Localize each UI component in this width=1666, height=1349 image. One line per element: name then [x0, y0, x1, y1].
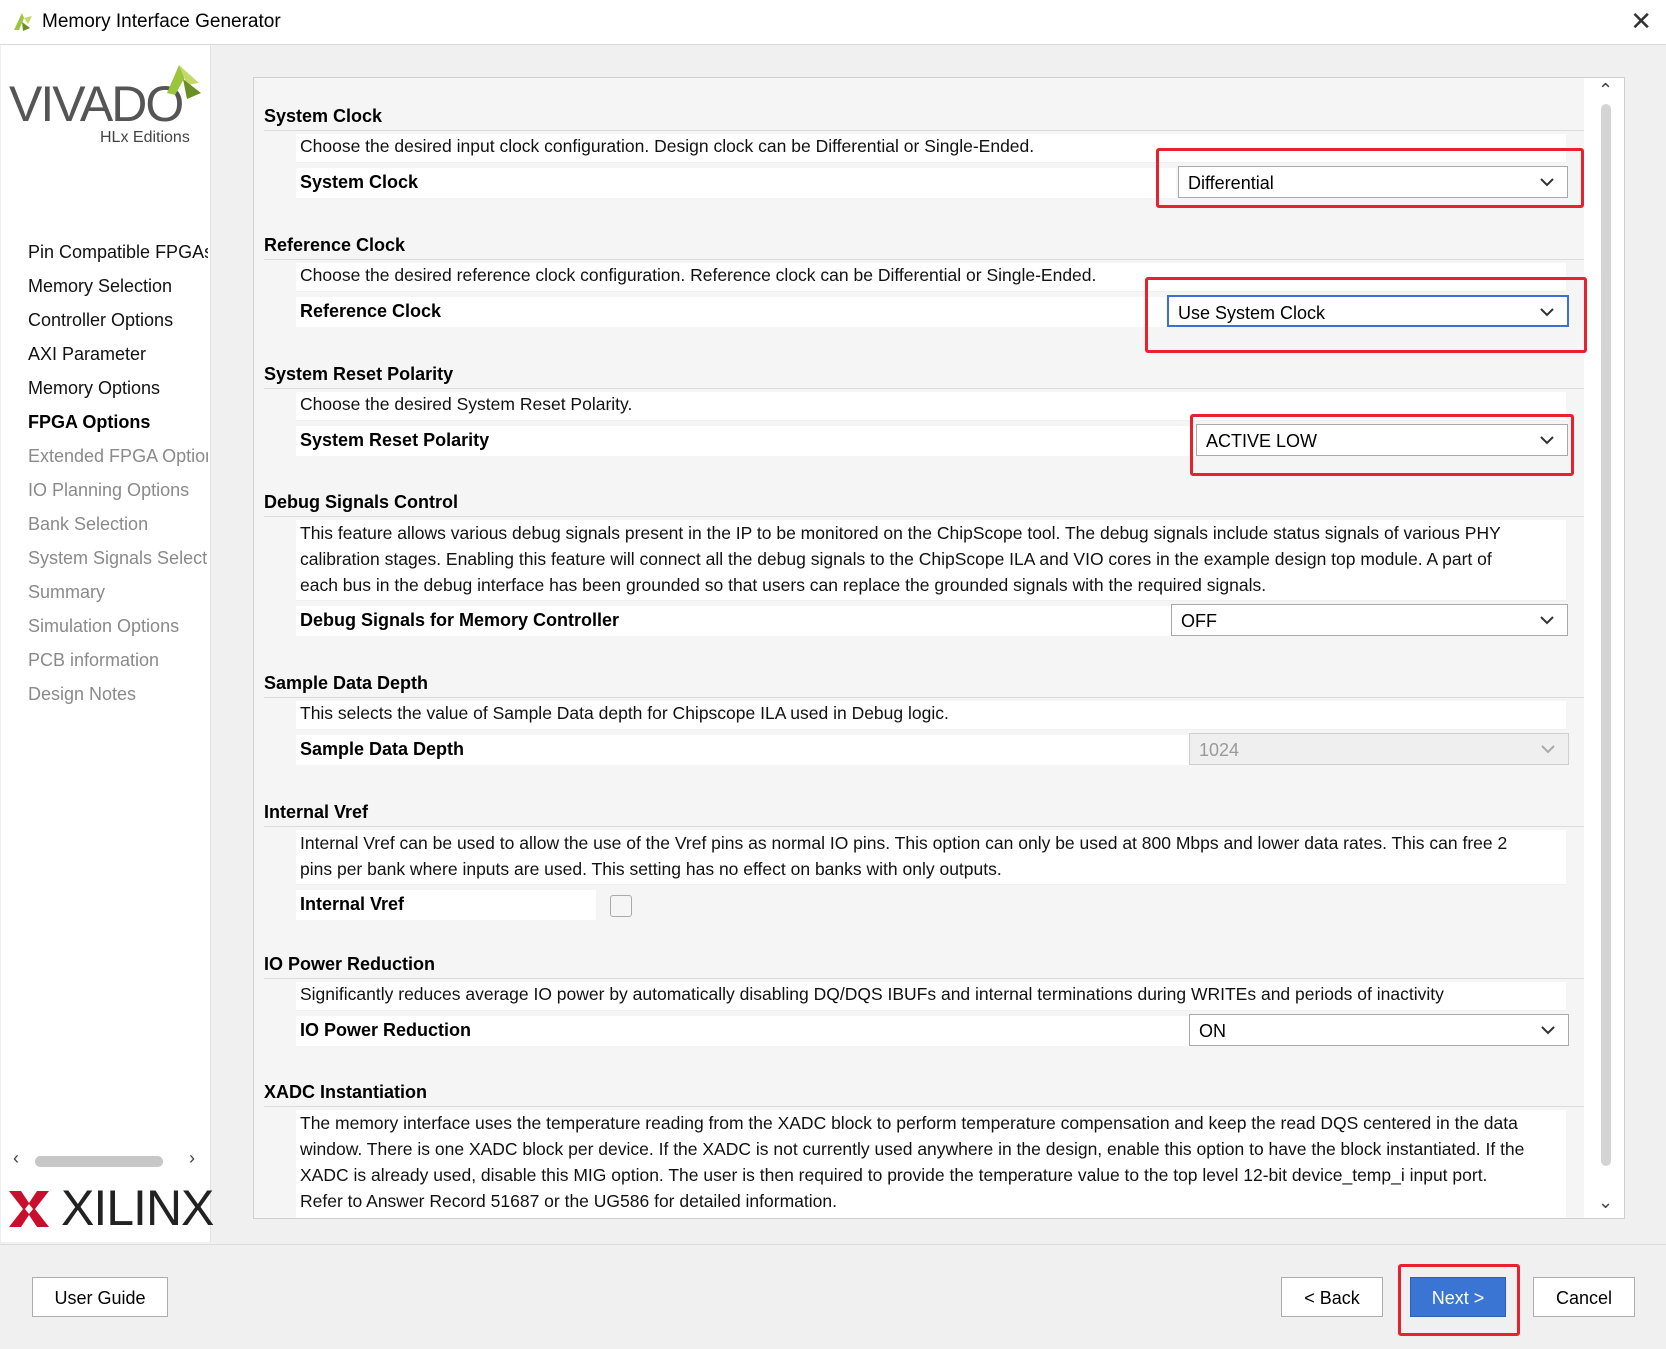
section-divider [264, 388, 1584, 389]
vivado-leaf-icon [167, 65, 201, 99]
sidebar-item-pcb-information: PCB information [28, 650, 160, 670]
scroll-down-icon[interactable]: ⌄ [1598, 1192, 1613, 1213]
xadc-description: The memory interface uses the temperatur… [300, 1110, 1560, 1214]
debug-signals-value: OFF [1181, 611, 1217, 631]
sample-depth-description: This selects the value of Sample Data de… [300, 703, 949, 723]
reset-polarity-label: System Reset Polarity [300, 430, 490, 450]
scroll-up-icon[interactable]: ⌃ [1598, 80, 1613, 101]
section-title-reference-clock: Reference Clock [264, 235, 406, 255]
user-guide-button[interactable]: User Guide [32, 1277, 168, 1317]
section-divider [264, 516, 1584, 517]
io-power-description: Significantly reduces average IO power b… [300, 984, 1444, 1004]
highlight-system-clock [1156, 148, 1584, 208]
sample-depth-select: 1024 [1189, 733, 1569, 765]
section-title-io-power: IO Power Reduction [264, 954, 436, 974]
cancel-button[interactable]: Cancel [1533, 1277, 1635, 1317]
sidebar-item-axi-parameter[interactable]: AXI Parameter [28, 337, 208, 371]
internal-vref-description: Internal Vref can be used to allow the u… [300, 830, 1560, 882]
section-divider [264, 978, 1584, 979]
section-title-internal-vref: Internal Vref [264, 802, 369, 822]
sidebar-item-bank-selection: Bank Selection [28, 514, 149, 534]
sidebar-item-extended-fpga-options: Extended FPGA Options [28, 446, 208, 466]
options-scroll-area: System Clock Choose the desired input cl… [254, 78, 1584, 1218]
internal-vref-checkbox[interactable] [610, 895, 632, 917]
chevron-down-icon [1541, 745, 1555, 754]
sidebar-item-memory-options[interactable]: Memory Options [28, 371, 208, 405]
system-clock-label: System Clock [300, 172, 419, 192]
title-bar: Memory Interface Generator ✕ [0, 0, 1666, 45]
debug-description-line: each bus in the debug interface has been… [300, 575, 1267, 595]
debug-description: This feature allows various debug signal… [300, 520, 1560, 598]
xilinx-logo: XILINX [7, 1179, 214, 1239]
xadc-description-line: Refer to Answer Record 51687 or the UG58… [300, 1191, 837, 1211]
sidebar-item-system-signals: System Signals Selection [28, 548, 208, 568]
sidebar-item-pin-compatible[interactable]: Pin Compatible FPGAs [28, 235, 208, 269]
highlight-reference-clock [1145, 277, 1587, 353]
sample-depth-label: Sample Data Depth [300, 739, 465, 759]
highlight-reset-polarity [1190, 414, 1574, 476]
vref-description-line: Internal Vref can be used to allow the u… [300, 833, 1508, 853]
vref-description-line: pins per bank where inputs are used. Thi… [300, 859, 1002, 879]
chevron-down-icon [1541, 1026, 1555, 1035]
xadc-description-line: The memory interface uses the temperatur… [300, 1113, 1518, 1133]
sidebar-item-memory-selection[interactable]: Memory Selection [28, 269, 208, 303]
section-title-sample-depth: Sample Data Depth [264, 673, 429, 693]
sidebar-item-fpga-options[interactable]: FPGA Options [28, 405, 208, 439]
label-background [296, 168, 1176, 198]
scroll-left-icon[interactable]: ‹ [13, 1148, 19, 1169]
reference-clock-label: Reference Clock [300, 301, 442, 321]
wizard-steps: Pin Compatible FPGAs Memory Selection Co… [28, 235, 208, 711]
debug-signals-select[interactable]: OFF [1171, 604, 1568, 636]
section-title-reset-polarity: System Reset Polarity [264, 364, 454, 384]
section-title-xadc: XADC Instantiation [264, 1082, 428, 1102]
close-icon[interactable]: ✕ [1630, 6, 1652, 36]
section-divider [264, 130, 1584, 131]
hlx-editions-label: HLx Editions [100, 129, 190, 146]
xadc-description-line: window. There is one XADC block per devi… [300, 1139, 1525, 1159]
options-panel: System Clock Choose the desired input cl… [253, 77, 1625, 1219]
back-button[interactable]: < Back [1281, 1277, 1383, 1317]
section-divider [264, 697, 1584, 698]
options-vertical-scrollbar[interactable]: ⌃ ⌄ [1595, 80, 1617, 1215]
sidebar-item-design-notes: Design Notes [28, 684, 137, 704]
vivado-app-icon [14, 13, 32, 31]
debug-description-line: calibration stages. Enabling this featur… [300, 549, 1492, 569]
highlight-next-button [1398, 1264, 1520, 1336]
xadc-description-line: XADC is already used, disable this MIG o… [300, 1165, 1488, 1185]
section-divider [264, 259, 1584, 260]
sidebar-item-io-planning: IO Planning Options [28, 480, 190, 500]
sidebar-item-controller-options[interactable]: Controller Options [28, 303, 208, 337]
xilinx-x-icon [9, 1191, 49, 1227]
io-power-label: IO Power Reduction [300, 1020, 472, 1040]
scrollbar-thumb[interactable] [1601, 104, 1611, 1166]
chevron-down-icon [1540, 616, 1554, 625]
sample-depth-value: 1024 [1199, 740, 1240, 760]
scroll-right-icon[interactable]: › [189, 1148, 195, 1169]
sidebar-item-simulation-options: Simulation Options [28, 616, 180, 636]
debug-signals-label: Debug Signals for Memory Controller [300, 610, 620, 630]
wizard-sidebar: VIVADO HLx Editions Pin Compatible FPGAs… [1, 45, 214, 1242]
internal-vref-label: Internal Vref [300, 894, 405, 914]
io-power-value: ON [1199, 1021, 1226, 1041]
footer-divider [0, 1244, 1666, 1245]
section-title-system-clock: System Clock [264, 106, 383, 126]
io-power-select[interactable]: ON [1189, 1014, 1569, 1046]
sidebar-item-summary: Summary [28, 582, 106, 602]
debug-description-line: This feature allows various debug signal… [300, 523, 1501, 543]
window-title: Memory Interface Generator [42, 11, 281, 32]
scrollbar-thumb[interactable] [35, 1156, 163, 1167]
section-divider [264, 1106, 1584, 1107]
sidebar-horizontal-scrollbar[interactable]: ‹ › [13, 1148, 203, 1171]
section-title-debug: Debug Signals Control [264, 492, 459, 512]
section-divider [264, 826, 1584, 827]
vivado-logo: VIVADO HLx Editions [7, 55, 207, 155]
xilinx-wordmark: XILINX [61, 1180, 214, 1236]
